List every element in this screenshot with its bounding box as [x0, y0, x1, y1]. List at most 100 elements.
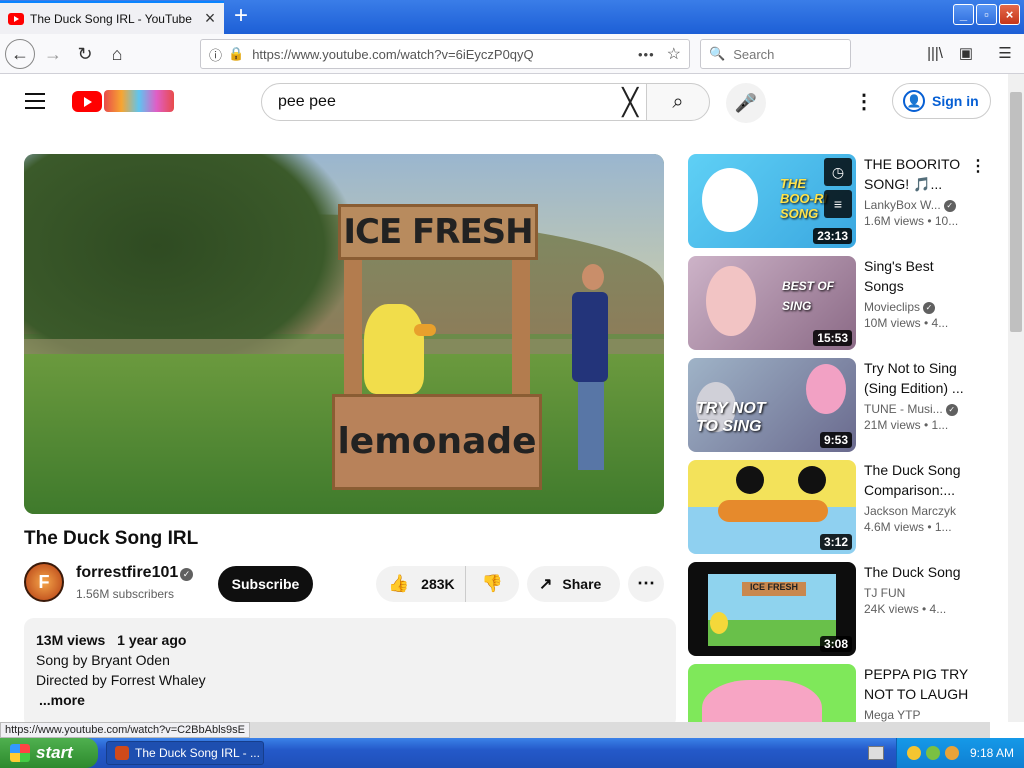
bookmark-star-icon[interactable]: ☆	[667, 44, 681, 64]
recommendation-item[interactable]: THE BOO-RI SONG ◷ ≡ 23:13 THE BOORITO SO…	[688, 154, 998, 248]
keyboard-icon[interactable]	[868, 746, 884, 760]
sidebar-icon[interactable]: ▣	[951, 39, 981, 69]
start-button[interactable]: start	[0, 738, 98, 768]
dislike-button[interactable]: 👎	[466, 574, 519, 594]
video-thumbnail[interactable]: THE BOO-RI SONG ◷ ≡ 23:13	[688, 154, 856, 248]
clock[interactable]: 9:18 AM	[970, 746, 1014, 760]
video-thumbnail[interactable]: TRY NOT TO SING 9:53	[688, 358, 856, 452]
channel-avatar[interactable]: F	[24, 562, 64, 602]
settings-menu-button[interactable]: ⋮	[852, 90, 876, 114]
recommendation-title[interactable]: PEPPA PIG TRY NOT TO LAUGH	[864, 664, 974, 704]
recommendation-title[interactable]: The Duck Song	[864, 562, 974, 582]
guide-menu-button[interactable]	[25, 93, 45, 109]
search-tray-icon[interactable]	[945, 746, 959, 760]
youtube-logo-icon[interactable]	[72, 91, 102, 112]
video-thumbnail[interactable]: ICE FRESH 3:08	[688, 562, 856, 656]
verified-check-icon: ✓	[943, 199, 956, 212]
video-thumbnail[interactable]	[688, 664, 856, 722]
item-menu-button[interactable]: ⋮	[970, 156, 986, 176]
new-tab-button[interactable]: +	[226, 2, 256, 32]
more-actions-button[interactable]: ⋯	[628, 566, 664, 602]
watch-later-icon[interactable]: ◷	[824, 158, 852, 186]
close-window-button[interactable]: ×	[999, 4, 1020, 25]
duck-beak	[718, 500, 828, 522]
video-thumbnail[interactable]: 3:12	[688, 460, 856, 554]
recommendation-item[interactable]: ICE FRESH 3:08 The Duck Song TJ FUN 24K …	[688, 562, 998, 656]
video-player[interactable]: ICE FRESH lemonade	[24, 154, 664, 514]
vertical-scrollbar[interactable]	[1008, 74, 1024, 722]
recommendation-item[interactable]: TRY NOT TO SING 9:53 Try Not to Sing (Si…	[688, 358, 998, 452]
man-figure	[572, 264, 612, 474]
security-shield-icon[interactable]	[907, 746, 921, 760]
channel-name: Movieclips	[864, 300, 921, 314]
sign-in-button[interactable]: 👤 Sign in	[892, 83, 991, 119]
browser-search-field[interactable]: 🔍 Search	[700, 39, 851, 69]
thumbnail-text: BEST OF SING	[782, 279, 835, 313]
search-input[interactable]: pee pee ╳	[261, 83, 647, 121]
show-more-link[interactable]: ...more	[39, 690, 664, 710]
minimize-button[interactable]: _	[953, 4, 974, 25]
stand-sign-bottom: lemonade	[332, 394, 542, 490]
search-query[interactable]: pee pee	[278, 93, 336, 111]
account-icon: 👤	[903, 90, 925, 112]
browser-tab[interactable]: The Duck Song IRL - YouTube ×	[0, 1, 224, 34]
recommendation-item[interactable]: BEST OF SING 15:53 Sing's Best Songs Mov…	[688, 256, 998, 350]
clear-search-icon[interactable]: ╳	[622, 88, 638, 116]
recommendation-title[interactable]: THE BOORITO SONG! 🎵...	[864, 154, 974, 194]
video-thumbnail[interactable]: BEST OF SING 15:53	[688, 256, 856, 350]
recommendation-info: Try Not to Sing (Sing Edition) ... TUNE …	[864, 358, 974, 432]
maximize-button[interactable]: ▫	[976, 4, 997, 25]
forward-button[interactable]: →	[38, 39, 68, 69]
description-box[interactable]: 13M views 1 year ago Song by Bryant Oden…	[24, 618, 676, 728]
windows-taskbar: start The Duck Song IRL - ... 9:18 AM	[0, 738, 1024, 768]
recommendation-channel[interactable]: LankyBox W... ✓	[864, 198, 974, 212]
browser-tab-bar: The Duck Song IRL - YouTube × + _ ▫ ×	[0, 0, 1024, 34]
page-actions-icon[interactable]: •••	[638, 47, 655, 62]
recommendation-info: Sing's Best Songs Movieclips ✓ 10M views …	[864, 256, 974, 330]
back-button[interactable]: ←	[5, 39, 35, 69]
horizontal-scrollbar[interactable]	[250, 722, 990, 738]
duck-figure	[364, 304, 424, 394]
like-button[interactable]: 👍 283K	[376, 566, 466, 602]
recommendation-title[interactable]: Try Not to Sing (Sing Edition) ...	[864, 358, 974, 398]
recommendation-title[interactable]: The Duck Song Comparison:...	[864, 460, 974, 500]
subscribe-button[interactable]: Subscribe	[218, 566, 313, 602]
voice-search-button[interactable]: 🎤	[726, 83, 766, 123]
url-text[interactable]: https://www.youtube.com/watch?v=6iEyczP0…	[252, 47, 638, 62]
recommendation-title[interactable]: Sing's Best Songs	[864, 256, 974, 296]
channel-name: LankyBox W...	[864, 198, 941, 212]
close-tab-icon[interactable]: ×	[200, 8, 220, 29]
search-button[interactable]: ⌕	[646, 83, 710, 121]
channel-name[interactable]: forrestfire101	[76, 564, 178, 582]
youtube-doodle[interactable]	[104, 90, 174, 112]
add-to-queue-icon[interactable]: ≡	[824, 190, 852, 218]
stand-post	[512, 258, 530, 398]
home-button[interactable]: ⌂	[102, 39, 132, 69]
recommendation-info: The Duck Song Comparison:... Jackson Mar…	[864, 460, 974, 534]
recommendation-item[interactable]: PEPPA PIG TRY NOT TO LAUGH Mega YTP	[688, 664, 998, 722]
network-icon[interactable]	[926, 746, 940, 760]
library-icon[interactable]: |||\	[920, 39, 950, 69]
lock-icon[interactable]: 🔒	[228, 46, 244, 62]
verified-check-icon: ✓	[180, 568, 193, 581]
recommendation-info: PEPPA PIG TRY NOT TO LAUGH Mega YTP	[864, 664, 974, 722]
recommendation-channel[interactable]: Movieclips ✓	[864, 300, 974, 314]
upload-age: 1 year ago	[117, 632, 187, 648]
address-bar[interactable]: ⓘ 🔒 https://www.youtube.com/watch?v=6iEy…	[200, 39, 690, 69]
recommendation-meta: 4.6M views • 1...	[864, 520, 952, 534]
site-info-icon[interactable]: ⓘ	[209, 45, 222, 64]
taskbar-window-button[interactable]: The Duck Song IRL - ...	[106, 741, 264, 765]
thumbs-up-icon: 👍	[388, 574, 410, 593]
recommendation-channel[interactable]: Jackson Marczyk	[864, 504, 974, 518]
share-label: Share	[562, 576, 602, 592]
share-button[interactable]: ↗ Share	[527, 566, 620, 602]
recommendation-channel[interactable]: Mega YTP	[864, 708, 974, 722]
recommendation-channel[interactable]: TUNE - Musi... ✓	[864, 402, 974, 416]
menu-icon[interactable]: ☰	[990, 39, 1020, 69]
recommendation-channel[interactable]: TJ FUN	[864, 586, 974, 600]
recommendation-item[interactable]: 3:12 The Duck Song Comparison:... Jackso…	[688, 460, 998, 554]
system-tray: 9:18 AM	[896, 738, 1024, 768]
reload-button[interactable]: ↻	[70, 39, 100, 69]
scrollbar-thumb[interactable]	[1010, 92, 1022, 332]
recommendation-meta: 24K views • 4...	[864, 602, 947, 616]
